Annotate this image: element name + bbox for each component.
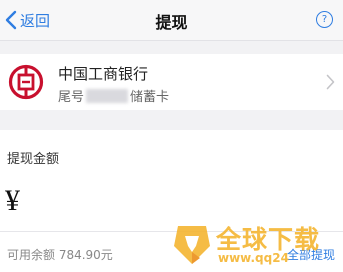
watermark-url: www.qq24 (218, 251, 289, 265)
nav-bar: 返回 提现 ? (0, 0, 343, 41)
amount-label: 提现金额 (7, 152, 60, 167)
chevron-right-icon (326, 74, 335, 90)
bank-name: 中国工商银行 (58, 65, 149, 83)
watermark: 全球下载 www.qq24 (172, 222, 338, 268)
masked-card-number (86, 88, 129, 103)
download-logo-icon (174, 226, 210, 264)
page-title: 提现 (155, 13, 188, 32)
card-tail-info: 尾号 储蓄卡 (58, 86, 169, 105)
available-balance: 可用余额 784.90元 (7, 248, 113, 262)
card-type: 储蓄卡 (130, 90, 170, 105)
icbc-logo-icon (8, 64, 44, 100)
card-tail-prefix: 尾号 (58, 90, 85, 105)
bank-card-selector[interactable]: 中国工商银行 尾号 储蓄卡 (0, 54, 343, 110)
amount-input[interactable]: ¥ (5, 184, 20, 218)
question-circle-icon[interactable]: ? (316, 11, 333, 28)
